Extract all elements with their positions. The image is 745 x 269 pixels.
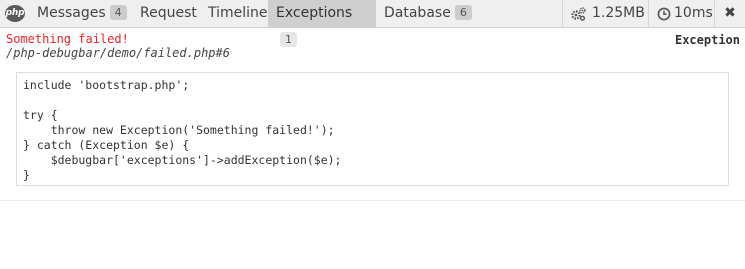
tab-request[interactable]: Request [132, 0, 205, 27]
close-icon[interactable]: ✖ [720, 0, 740, 27]
exception-file: /php-debugbar/demo/failed.php#6 [6, 46, 230, 60]
tab-label: Messages [37, 5, 106, 21]
gears-icon [571, 7, 586, 21]
memory-usage: 1.25MB [571, 0, 646, 27]
tab-label: Timeline [208, 5, 268, 21]
divider [648, 0, 649, 27]
tab-badge: 4 [109, 5, 127, 20]
clock-icon [657, 7, 671, 21]
tab-label: Request [140, 5, 197, 21]
tab-badge: 1 [280, 32, 297, 47]
divider [714, 0, 715, 27]
tab-timeline[interactable]: Timeline [200, 0, 276, 27]
tab-label: Exceptions [276, 5, 353, 21]
debugbar-header: php Messages 4 Request Timeline Exception… [0, 0, 745, 47]
exception-code-snippet: include 'bootstrap.php'; try { throw new… [16, 72, 729, 186]
tab-exceptions[interactable]: Exceptions 1 [268, 0, 376, 47]
php-logo-icon[interactable]: php [5, 5, 25, 22]
tab-database[interactable]: Database 6 [376, 0, 480, 27]
tab-badge: 6 [454, 5, 472, 20]
exception-type: Exception [674, 33, 740, 47]
time-value: 10ms [674, 5, 713, 21]
tab-label: Database [384, 5, 451, 21]
divider [562, 0, 563, 27]
tab-messages[interactable]: Messages 4 [29, 0, 135, 27]
memory-value: 1.25MB [592, 5, 645, 21]
divider [0, 200, 745, 201]
exception-message: Something failed! [6, 32, 129, 46]
request-time: 10ms [657, 0, 713, 27]
